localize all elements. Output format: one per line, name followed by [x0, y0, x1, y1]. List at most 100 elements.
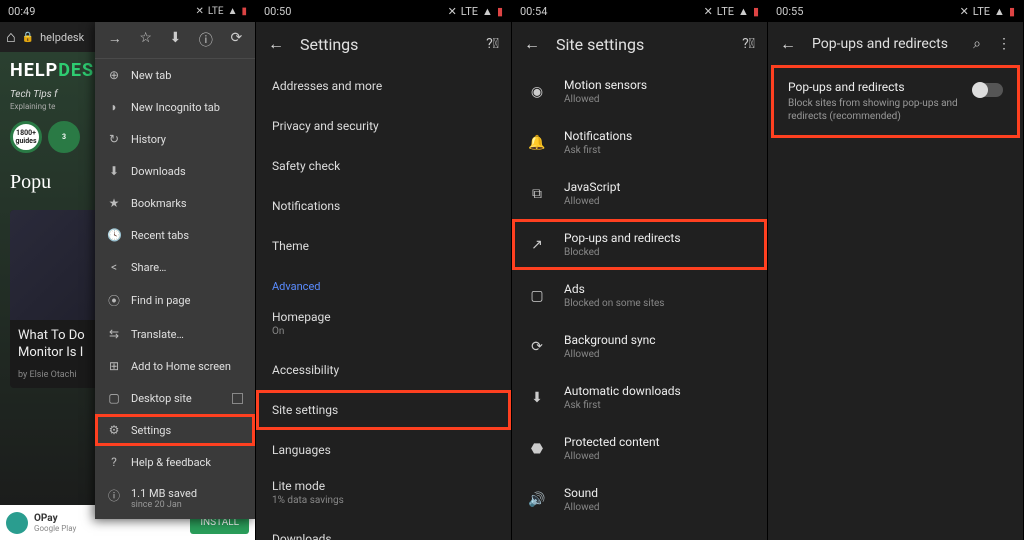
app-bar: ← Settings ?⃝ — [256, 22, 511, 66]
ad-text: OPay Google Play — [34, 513, 76, 533]
sync-icon: ⟳ — [528, 339, 546, 355]
bookmark-icon[interactable]: ☆ — [139, 30, 152, 50]
site-item-protected-content[interactable]: ⬣Protected contentAllowed — [512, 423, 767, 474]
site-item-ads[interactable]: ▢AdsBlocked on some sites — [512, 270, 767, 321]
ads-icon: ▢ — [528, 288, 546, 304]
page-title: Site settings — [556, 35, 726, 54]
protect-icon: ⬣ — [528, 441, 546, 457]
menu-item-downloads[interactable]: ⬇Downloads — [95, 155, 255, 187]
section-header-advanced: Advanced — [256, 266, 511, 301]
badge-guides: 1800+guides — [10, 121, 42, 153]
settings-item-notifications[interactable]: Notifications — [256, 186, 511, 226]
status-time: 00:49 — [8, 5, 35, 18]
settings-item-downloads[interactable]: Downloads — [256, 519, 511, 540]
share-icon: < — [107, 260, 121, 274]
popup-icon: ↗ — [528, 237, 546, 253]
toggle-popups[interactable]: Pop-ups and redirects Block sites from s… — [774, 68, 1017, 135]
dl-icon: ⬇ — [528, 390, 546, 406]
menu-item-desktop-site[interactable]: ▢Desktop site — [95, 382, 255, 414]
menu-item-1-1-mb-saved[interactable]: ⓘ1.1 MB savedsince 20 Jan — [95, 478, 255, 519]
incognito-icon: ◗ — [107, 100, 121, 114]
settings-item-homepage[interactable]: HomepageOn — [256, 301, 511, 350]
status-time: 00:55 — [776, 5, 803, 18]
menu-item-new-tab[interactable]: ⊕New tab — [95, 59, 255, 91]
site-item-sound[interactable]: 🔊SoundAllowed — [512, 474, 767, 525]
plus-icon: ⊕ — [107, 68, 121, 82]
site-item-motion-sensors[interactable]: ◉Motion sensorsAllowed — [512, 66, 767, 117]
menu-top-actions: → ☆ ⬇ ⓘ ⟳ — [95, 22, 255, 59]
site-item-background-sync[interactable]: ⟳Background syncAllowed — [512, 321, 767, 372]
back-button[interactable]: ← — [268, 34, 284, 54]
settings-item-safety-check[interactable]: Safety check — [256, 146, 511, 186]
app-bar: ← Site settings ?⃝ — [512, 22, 767, 66]
gear-icon: ⚙ — [107, 423, 121, 437]
site-settings-list: ◉Motion sensorsAllowed🔔NotificationsAsk … — [512, 66, 767, 540]
menu-item-settings[interactable]: ⚙Settings — [95, 414, 255, 446]
lock-icon: 🔒 — [22, 32, 34, 43]
home-icon[interactable]: ⌂ — [6, 27, 16, 47]
help-icon: ? — [107, 455, 121, 469]
add-home-icon: ⊞ — [107, 359, 121, 373]
settings-item-languages[interactable]: Languages — [256, 430, 511, 470]
site-item-automatic-downloads[interactable]: ⬇Automatic downloadsAsk first — [512, 372, 767, 423]
site-item-notifications[interactable]: 🔔NotificationsAsk first — [512, 117, 767, 168]
settings-item-theme[interactable]: Theme — [256, 226, 511, 266]
page-title: Pop-ups and redirects — [812, 36, 957, 52]
status-bar: 00:55 ✕LTE▲▮ — [768, 0, 1023, 22]
menu-item-translate-[interactable]: ⇆Translate… — [95, 318, 255, 350]
more-icon[interactable]: ⋮ — [997, 36, 1011, 52]
app-bar: ← Pop-ups and redirects ⌕ ⋮ — [768, 22, 1023, 66]
toggle-label: Pop-ups and redirects — [788, 80, 961, 94]
menu-item-share-[interactable]: <Share… — [95, 251, 255, 283]
site-item-javascript[interactable]: ⧉JavaScriptAllowed — [512, 168, 767, 219]
browser-menu: → ☆ ⬇ ⓘ ⟳ ⊕New tab◗New Incognito tab↻His… — [95, 22, 255, 519]
menu-item-add-to-home-screen[interactable]: ⊞Add to Home screen — [95, 350, 255, 382]
info-icon: ⓘ — [107, 487, 121, 504]
toggle-switch[interactable] — [973, 83, 1003, 97]
help-icon[interactable]: ?⃝ — [486, 36, 499, 52]
status-time: 00:50 — [264, 5, 291, 18]
settings-list: Addresses and morePrivacy and securitySa… — [256, 66, 511, 540]
menu-item-bookmarks[interactable]: ★Bookmarks — [95, 187, 255, 219]
settings-item-privacy-and-security[interactable]: Privacy and security — [256, 106, 511, 146]
menu-item-history[interactable]: ↻History — [95, 123, 255, 155]
find-icon: ⦿ — [107, 292, 121, 309]
settings-item-accessibility[interactable]: Accessibility — [256, 350, 511, 390]
menu-item-new-incognito-tab[interactable]: ◗New Incognito tab — [95, 91, 255, 123]
settings-item-addresses-and-more[interactable]: Addresses and more — [256, 66, 511, 106]
download-icon[interactable]: ⬇ — [170, 30, 182, 50]
menu-item-recent-tabs[interactable]: 🕓Recent tabs — [95, 219, 255, 251]
site-item-pop-ups-and-redirects[interactable]: ↗Pop-ups and redirectsBlocked — [512, 219, 767, 270]
status-bar: 00:50 ✕LTE▲▮ — [256, 0, 511, 22]
download-icon: ⬇ — [107, 164, 121, 178]
status-bar: 00:54 ✕LTE▲▮ — [512, 0, 767, 22]
search-icon[interactable]: ⌕ — [973, 36, 981, 52]
reload-icon[interactable]: ⟳ — [230, 30, 242, 50]
bell-icon: 🔔 — [528, 135, 546, 151]
forward-icon[interactable]: → — [108, 30, 122, 50]
ad-icon — [6, 512, 28, 534]
page-title: Settings — [300, 35, 470, 54]
checkbox[interactable] — [232, 393, 243, 404]
panel-site-settings: 00:54 ✕LTE▲▮ ← Site settings ?⃝ ◉Motion … — [512, 0, 768, 540]
toggle-desc: Block sites from showing pop-ups and red… — [788, 97, 961, 123]
menu-item-find-in-page[interactable]: ⦿Find in page — [95, 283, 255, 318]
settings-item-site-settings[interactable]: Site settings — [256, 390, 511, 430]
highlighted-setting: Pop-ups and redirects Block sites from s… — [774, 68, 1017, 135]
info-icon[interactable]: ⓘ — [199, 30, 213, 50]
translate-icon: ⇆ — [107, 327, 121, 341]
history-icon: ↻ — [107, 132, 121, 146]
back-button[interactable]: ← — [524, 34, 540, 54]
settings-item-lite-mode[interactable]: Lite mode1% data savings — [256, 470, 511, 519]
desktop-icon: ▢ — [107, 391, 121, 405]
status-bar: 00:49 ✕LTE▲▮ — [0, 0, 255, 22]
status-icons: ✕LTE▲▮ — [195, 6, 247, 17]
js-icon: ⧉ — [528, 186, 546, 202]
site-item-data-stored[interactable]: ≡Data stored — [512, 525, 767, 540]
badge-2: 3 — [48, 121, 80, 153]
back-button[interactable]: ← — [780, 34, 796, 54]
menu-item-help-feedback[interactable]: ?Help & feedback — [95, 446, 255, 478]
panel-browser-menu: 00:49 ✕LTE▲▮ ⌂ 🔒 helpdesk HELPDESK Tech … — [0, 0, 256, 540]
panel-settings: 00:50 ✕LTE▲▮ ← Settings ?⃝ Addresses and… — [256, 0, 512, 540]
help-icon[interactable]: ?⃝ — [742, 36, 755, 52]
